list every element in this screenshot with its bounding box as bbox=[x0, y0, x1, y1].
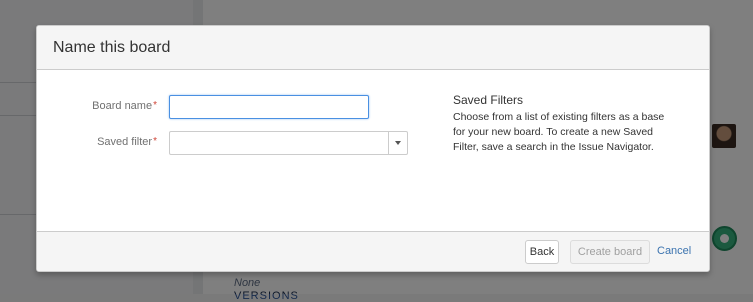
board-name-input[interactable] bbox=[169, 95, 369, 119]
help-title: Saved Filters bbox=[453, 93, 524, 107]
saved-filters-help: Saved Filters Choose from a list of exis… bbox=[453, 93, 668, 155]
cancel-link[interactable]: Cancel bbox=[657, 245, 691, 257]
saved-filter-dropdown-button[interactable] bbox=[388, 132, 407, 154]
board-name-label-text: Board name bbox=[92, 100, 153, 112]
back-button[interactable]: Back bbox=[525, 240, 559, 264]
create-board-button[interactable]: Create board bbox=[570, 240, 650, 264]
help-text: Choose from a list of existing filters a… bbox=[453, 111, 665, 153]
name-board-dialog: Name this board Board name* Saved filter… bbox=[36, 25, 710, 272]
saved-filter-select[interactable] bbox=[169, 131, 408, 155]
saved-filter-label: Saved filter* bbox=[37, 136, 157, 148]
chevron-down-icon bbox=[395, 141, 401, 145]
board-name-label: Board name* bbox=[37, 100, 157, 112]
dialog-body: Board name* Saved filter* Saved Filters … bbox=[37, 70, 709, 230]
required-mark: * bbox=[153, 100, 157, 111]
dialog-header: Name this board bbox=[37, 26, 709, 70]
dialog-title: Name this board bbox=[53, 38, 171, 56]
saved-filter-label-text: Saved filter bbox=[97, 136, 153, 148]
dialog-footer: Back Create board Cancel bbox=[37, 231, 709, 271]
required-mark: * bbox=[153, 136, 157, 147]
